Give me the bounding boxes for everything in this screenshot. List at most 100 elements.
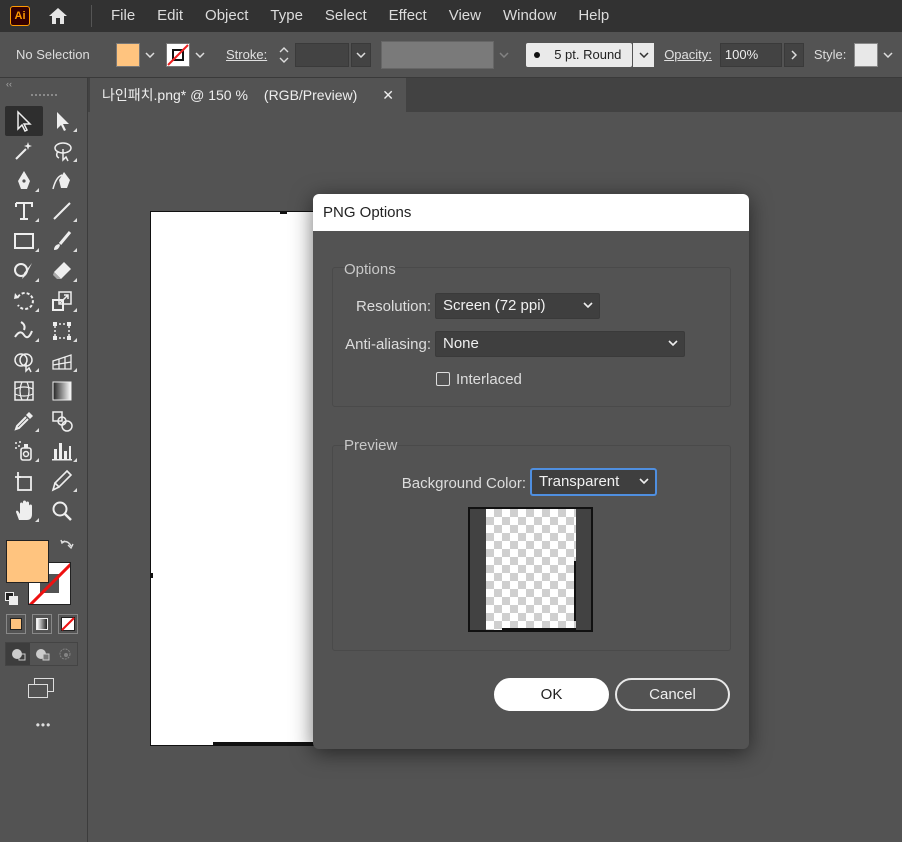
- brush-chevron-icon[interactable]: [633, 42, 655, 67]
- draw-behind-icon[interactable]: [30, 643, 54, 665]
- mesh-tool-icon[interactable]: [5, 376, 43, 406]
- home-icon[interactable]: [45, 5, 71, 27]
- fill-stroke-widget: [0, 532, 87, 606]
- stroke-weight-chevron-icon[interactable]: [351, 42, 372, 67]
- blend-tool-icon[interactable]: [43, 406, 81, 436]
- ok-button[interactable]: OK: [494, 678, 609, 711]
- symbol-sprayer-tool-icon[interactable]: [5, 436, 43, 466]
- shape-builder-tool-icon[interactable]: [5, 346, 43, 376]
- draw-inside-icon[interactable]: [53, 643, 77, 665]
- opacity-label[interactable]: Opacity:: [664, 47, 712, 62]
- draw-normal-icon[interactable]: [6, 643, 30, 665]
- pen-tool-icon[interactable]: [5, 166, 43, 196]
- menu-help[interactable]: Help: [567, 0, 620, 32]
- variable-width-profile[interactable]: [381, 40, 495, 69]
- antialias-value: None: [443, 335, 479, 352]
- lasso-tool-icon[interactable]: [43, 136, 81, 166]
- warp-tool-icon[interactable]: [5, 316, 43, 346]
- screen-mode-icon[interactable]: [28, 678, 56, 700]
- close-icon[interactable]: ✕: [382, 87, 394, 104]
- color-mode-icon[interactable]: [6, 614, 26, 634]
- zoom-tool-icon[interactable]: [43, 496, 81, 526]
- none-mode-icon[interactable]: [58, 614, 78, 634]
- fill-swatch[interactable]: [116, 42, 140, 67]
- opacity-arrow-icon[interactable]: [783, 42, 804, 67]
- menu-file[interactable]: File: [100, 0, 146, 32]
- resolution-select[interactable]: Screen (72 ppi): [435, 293, 600, 319]
- preview-bottom-marker: [502, 628, 576, 630]
- background-color-label: Background Color:: [401, 475, 526, 492]
- selection-tool-icon[interactable]: [5, 106, 43, 136]
- swap-fill-stroke-icon[interactable]: [60, 538, 74, 552]
- toolbar-grip[interactable]: [0, 92, 87, 102]
- menu-effect[interactable]: Effect: [378, 0, 438, 32]
- column-graph-tool-icon[interactable]: [43, 436, 81, 466]
- type-tool-icon[interactable]: [5, 196, 43, 226]
- toolbar-collapse-icon[interactable]: ‹‹: [0, 78, 87, 92]
- style-label: Style:: [813, 47, 847, 62]
- brush-definition[interactable]: 5 pt. Round: [526, 42, 633, 67]
- fill-color-swatch[interactable]: [6, 540, 49, 583]
- scale-tool-icon[interactable]: [43, 286, 81, 316]
- fill-dropdown-chevron-icon[interactable]: [140, 43, 160, 67]
- style-swatch[interactable]: [854, 42, 879, 67]
- default-fill-stroke-icon[interactable]: [5, 592, 19, 606]
- artboard[interactable]: [150, 211, 323, 746]
- gradient-tool-icon[interactable]: [43, 376, 81, 406]
- free-transform-tool-icon[interactable]: [43, 316, 81, 346]
- chevron-down-icon: [583, 302, 593, 309]
- more-tools-icon[interactable]: •••: [0, 718, 87, 732]
- menu-view[interactable]: View: [438, 0, 492, 32]
- control-bar: No Selection Stroke: 5 pt. Round Opacity…: [0, 32, 902, 78]
- cancel-button[interactable]: Cancel: [615, 678, 730, 711]
- stroke-dropdown-chevron-icon[interactable]: [190, 43, 210, 67]
- interlaced-checkbox[interactable]: [436, 372, 450, 386]
- document-tab-bar: 나인패치.png* @ 150 % (RGB/Preview) ✕: [0, 78, 902, 112]
- document-tab-mode: (RGB/Preview): [263, 87, 358, 103]
- antialias-label: Anti-aliasing:: [345, 336, 431, 353]
- style-chevron-icon[interactable]: [878, 43, 898, 67]
- direct-selection-tool-icon[interactable]: [43, 106, 81, 136]
- tools-panel: ‹‹ •••: [0, 78, 88, 842]
- app-logo: Ai: [10, 6, 30, 26]
- background-color-select[interactable]: Transparent: [531, 469, 656, 495]
- artboard-tool-icon[interactable]: [5, 466, 43, 496]
- menu-divider: [91, 5, 92, 27]
- eyedropper-tool-icon[interactable]: [5, 406, 43, 436]
- opacity-input[interactable]: 100%: [719, 42, 782, 67]
- stroke-label[interactable]: Stroke:: [226, 47, 267, 62]
- slice-tool-icon[interactable]: [43, 466, 81, 496]
- color-mode-row: [0, 614, 87, 634]
- png-options-dialog: PNG Options Options Resolution: Screen (…: [313, 194, 749, 749]
- hand-tool-icon[interactable]: [5, 496, 43, 526]
- stroke-weight-stepper-icon[interactable]: [277, 43, 291, 67]
- rectangle-tool-icon[interactable]: [5, 226, 43, 256]
- stroke-swatch[interactable]: [166, 42, 190, 67]
- menu-select[interactable]: Select: [314, 0, 378, 32]
- rotate-tool-icon[interactable]: [5, 286, 43, 316]
- png-preview: [468, 507, 593, 632]
- chevron-down-icon: [639, 478, 649, 485]
- brush-dot-icon: [534, 51, 541, 58]
- perspective-grid-tool-icon[interactable]: [43, 346, 81, 376]
- magic-wand-tool-icon[interactable]: [5, 136, 43, 166]
- interlaced-label[interactable]: Interlaced: [456, 371, 522, 388]
- document-tab[interactable]: 나인패치.png* @ 150 % (RGB/Preview) ✕: [90, 78, 406, 112]
- stroke-weight-input[interactable]: [295, 42, 350, 67]
- curvature-tool-icon[interactable]: [43, 166, 81, 196]
- profile-chevron-icon[interactable]: [494, 43, 514, 67]
- antialias-select[interactable]: None: [435, 331, 685, 357]
- menu-type[interactable]: Type: [259, 0, 314, 32]
- line-tool-icon[interactable]: [43, 196, 81, 226]
- menu-object[interactable]: Object: [194, 0, 259, 32]
- menu-items: File Edit Object Type Select Effect View…: [100, 0, 620, 32]
- nine-patch-bottom-marker: [213, 742, 323, 746]
- menu-edit[interactable]: Edit: [146, 0, 194, 32]
- shaper-tool-icon[interactable]: [5, 256, 43, 286]
- eraser-tool-icon[interactable]: [43, 256, 81, 286]
- resolution-label: Resolution:: [355, 298, 431, 315]
- gradient-mode-icon[interactable]: [32, 614, 52, 634]
- illustrator-window: Ai File Edit Object Type Select Effect V…: [0, 0, 902, 842]
- menu-window[interactable]: Window: [492, 0, 567, 32]
- paintbrush-tool-icon[interactable]: [43, 226, 81, 256]
